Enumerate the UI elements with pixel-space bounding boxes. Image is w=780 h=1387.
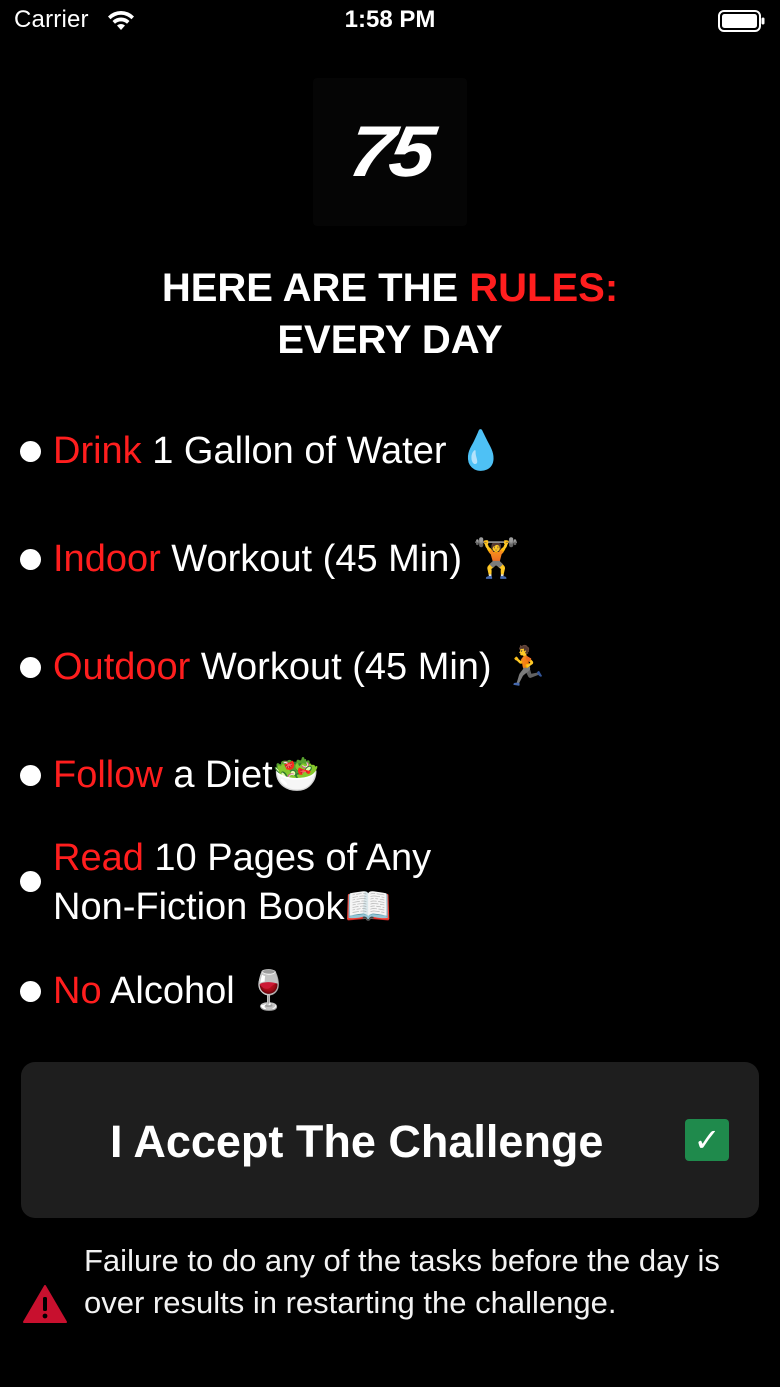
rule-text: a Diet	[162, 754, 273, 796]
rule-text: 1 Gallon of Water	[141, 430, 447, 472]
headline-line-2: EVERY DAY	[277, 318, 503, 362]
rule-keyword: No	[53, 970, 102, 1012]
weightlifter-icon: 🏋️	[472, 536, 520, 580]
rule-text: 10 Pages of Any	[143, 837, 432, 879]
wine-glass-icon: 🍷	[245, 968, 293, 1012]
rule-text: Alcohol	[101, 970, 235, 1012]
failure-warning-text: Failure to do any of the tasks before th…	[84, 1243, 720, 1320]
accept-button-label: I Accept The Challenge	[110, 1116, 604, 1167]
status-time: 1:58 PM	[344, 6, 436, 33]
bullet	[20, 871, 41, 892]
bullet	[20, 441, 41, 462]
headline-prefix: HERE ARE THE	[161, 266, 470, 310]
rule-keyword: Follow	[53, 754, 163, 796]
salad-icon: 🥗	[272, 752, 320, 796]
rule-keyword: Outdoor	[53, 646, 191, 688]
rule-keyword: Drink	[53, 430, 142, 472]
logo-text: 75	[344, 112, 436, 192]
bullet	[20, 765, 41, 786]
water-drop-icon: 💧	[457, 428, 505, 472]
rule-text-line-2: Non-Fiction Book	[53, 886, 345, 928]
rule-keyword: Indoor	[53, 538, 161, 580]
headline-line-1: HERE ARE THE RULES:	[0, 262, 780, 314]
warning-icon	[23, 1285, 67, 1323]
rule-text: Workout (45 Min)	[190, 646, 492, 688]
battery-icon	[718, 10, 765, 32]
checkmark-icon: ✓	[685, 1119, 729, 1161]
accept-challenge-button[interactable]: I Accept The Challenge ✓	[21, 1062, 759, 1218]
bullet	[20, 981, 41, 1002]
book-icon: 📖	[344, 884, 392, 928]
app-logo: 75	[313, 78, 467, 226]
rule-text: Workout (45 Min)	[160, 538, 463, 580]
status-bar: Carrier 1:58 PM	[0, 0, 780, 44]
bullet	[20, 549, 41, 570]
rule-keyword: Read	[53, 837, 144, 879]
runner-icon: 🏃	[502, 644, 550, 688]
bullet	[20, 657, 41, 678]
headline-rules-word: RULES:	[469, 266, 619, 310]
rules-headline: HERE ARE THE RULES: EVERY DAY	[0, 262, 780, 366]
